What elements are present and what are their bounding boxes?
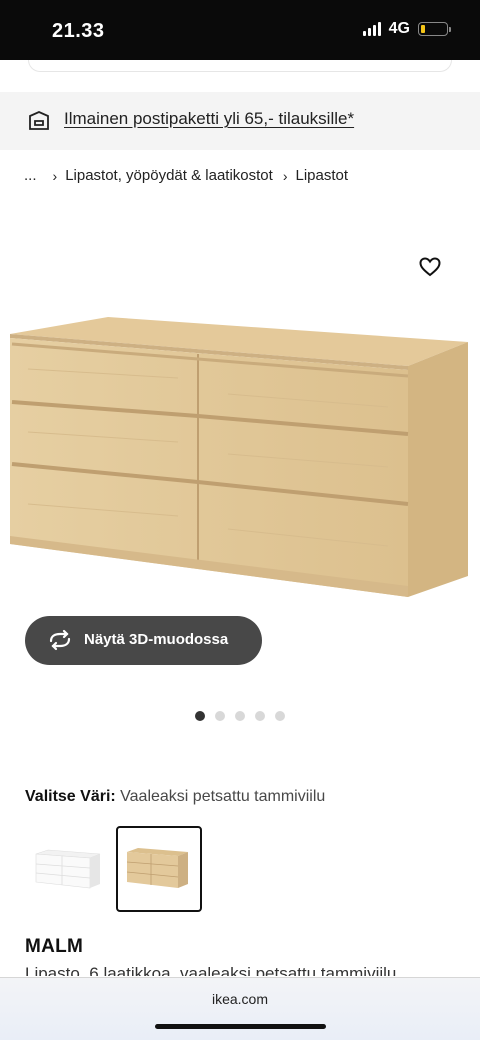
image-pagination <box>195 711 285 721</box>
swatch-white[interactable] <box>28 828 112 912</box>
swatch-oak[interactable] <box>116 826 202 912</box>
pagination-dot[interactable] <box>215 711 225 721</box>
breadcrumb-item-category[interactable]: Lipastot, yöpöydät & laatikostot <box>65 167 273 184</box>
home-indicator[interactable] <box>155 1024 326 1029</box>
breadcrumb-item-subcategory[interactable]: Lipastot <box>296 167 349 184</box>
search-bar[interactable] <box>28 60 452 72</box>
pagination-dot[interactable] <box>255 711 265 721</box>
promo-banner[interactable]: Ilmainen postipaketti yli 65,- tilauksil… <box>0 92 480 150</box>
color-label: Valitse Väri: <box>25 788 116 805</box>
breadcrumb-ellipsis[interactable]: ... <box>24 167 37 184</box>
view-3d-label: Näytä 3D-muodossa <box>84 631 229 648</box>
view-3d-button[interactable]: Näytä 3D-muodossa <box>25 616 262 665</box>
chevron-right-icon: › <box>282 167 288 184</box>
pagination-dot[interactable] <box>195 711 205 721</box>
promo-link[interactable]: Ilmainen postipaketti yli 65,- tilauksil… <box>64 109 354 129</box>
status-time: 21.33 <box>52 20 105 42</box>
color-value: Vaaleaksi petsattu tammiviilu <box>120 788 326 805</box>
product-name: MALM <box>25 936 84 957</box>
pagination-dot[interactable] <box>235 711 245 721</box>
battery-icon <box>418 22 451 36</box>
oak-dresser-thumbnail <box>126 848 188 888</box>
signal-icon <box>362 22 381 36</box>
rotate-3d-icon <box>49 629 71 651</box>
white-dresser-thumbnail <box>35 849 101 889</box>
pagination-dot[interactable] <box>275 711 285 721</box>
heart-icon[interactable] <box>418 255 442 279</box>
url-text[interactable]: ikea.com <box>0 991 480 1007</box>
status-bar: 21.33 4G <box>0 0 480 60</box>
chevron-right-icon: › <box>52 167 58 184</box>
delivery-box-icon <box>29 111 49 130</box>
color-selector-label: Valitse Väri: Vaaleaksi petsattu tammivi… <box>25 788 325 806</box>
network-type: 4G <box>388 20 410 37</box>
browser-address-bar[interactable]: ikea.com <box>0 977 480 1040</box>
breadcrumb: ... › Lipastot, yöpöydät & laatikostot ›… <box>24 167 348 184</box>
product-image[interactable] <box>8 314 472 604</box>
product-description: Lipasto, 6 laatikkoa, vaaleaksi petsattu… <box>25 964 397 976</box>
